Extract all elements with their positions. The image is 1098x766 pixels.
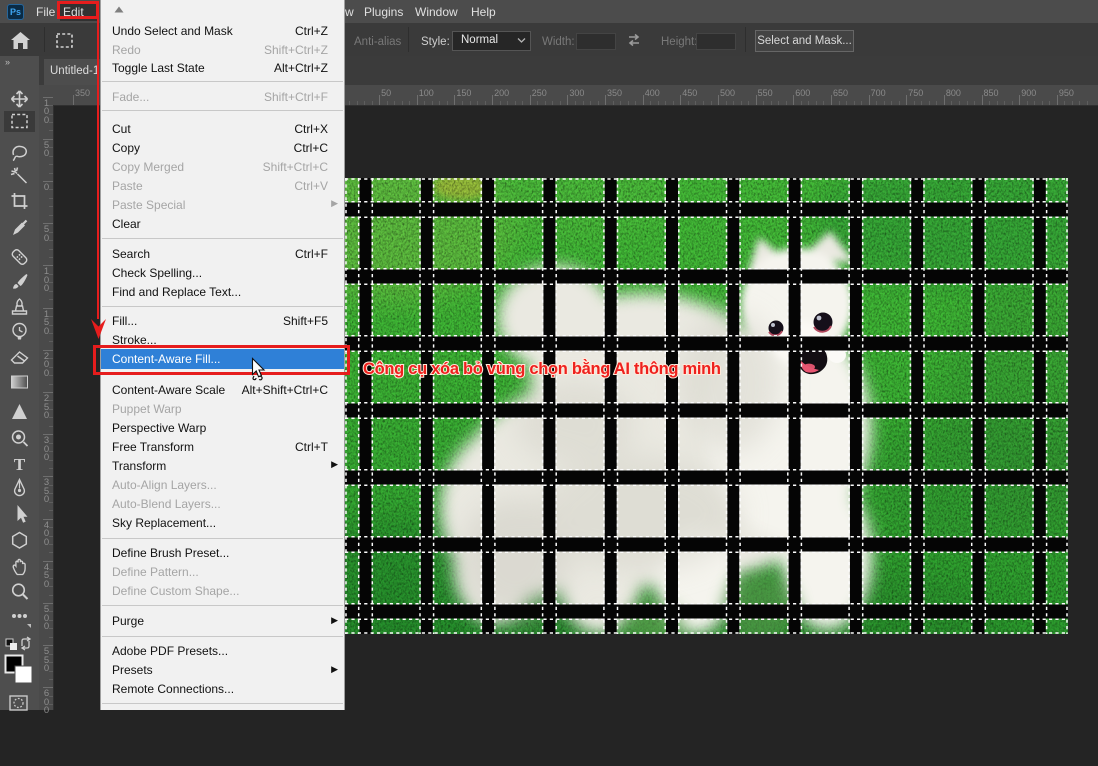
svg-text:T: T bbox=[14, 455, 26, 474]
svg-text:Công cụ xóa bỏ vùng chọn bằng: Công cụ xóa bỏ vùng chọn bằng AI thông m… bbox=[363, 359, 721, 378]
